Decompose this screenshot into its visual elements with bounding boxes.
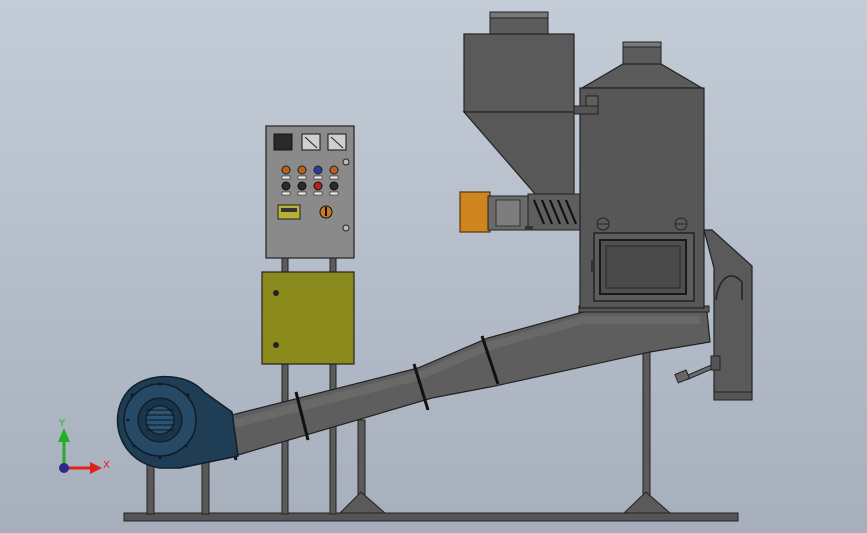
junction-box — [261, 271, 355, 365]
hopper — [462, 11, 575, 196]
coordinate-triad: Y X — [58, 418, 110, 474]
control-panel — [265, 125, 355, 259]
blower-fan — [116, 375, 239, 469]
machine-drawing: Y X — [58, 11, 753, 522]
screw-feeder — [459, 191, 581, 233]
triad-y-label: Y — [58, 418, 66, 429]
cyclone-chamber — [573, 41, 705, 309]
triad-x-label: X — [103, 460, 110, 471]
cad-viewport[interactable]: Y X — [0, 0, 867, 533]
